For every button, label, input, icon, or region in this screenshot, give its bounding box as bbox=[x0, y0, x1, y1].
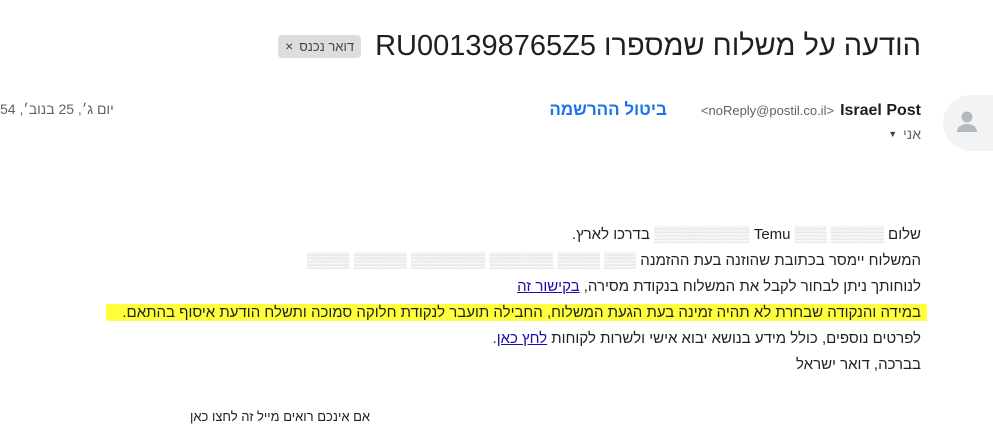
email-subject: הודעה על משלוח שמספרו RU001398765Z5 bbox=[375, 30, 921, 62]
footer-view-online[interactable]: אם אינכם רואים מייל זה לחצו כאן bbox=[190, 409, 370, 424]
person-icon bbox=[957, 111, 977, 132]
greeting-end: בדרכו לארץ. bbox=[571, 226, 654, 243]
avatar[interactable] bbox=[943, 95, 993, 151]
recipient-row[interactable]: אני ▼ bbox=[888, 126, 921, 142]
email-body: שלום ▒▒▒▒▒ ▒▒▒ Temu ▒▒▒▒▒▒▒▒▒ בדרכו לארץ… bbox=[106, 222, 927, 378]
delivery-text: המשלוח יימסר בכתובת שהוזנה בעת ההזמנה bbox=[640, 252, 921, 269]
sender-email: <noReply@postil.co.il> bbox=[700, 103, 835, 118]
sender-row: Israel Post <noReply@postil.co.il> ביטול… bbox=[549, 100, 921, 120]
highlighted-notice: במידה והנקודה שבחרת לא תהיה זמינה בעת הג… bbox=[106, 304, 927, 321]
body-line-pickup: לנוחותך ניתן לבחור לקבל את המשלוח בנקודת… bbox=[106, 274, 921, 300]
greeting-start: שלום bbox=[883, 226, 921, 243]
click-here-link[interactable]: לחץ כאן bbox=[497, 330, 547, 347]
sender-name[interactable]: Israel Post bbox=[840, 102, 921, 120]
subject-row: הודעה על משלוח שמספרו RU001398765Z5 דואר… bbox=[278, 30, 921, 63]
pickup-link[interactable]: בקישור זה bbox=[517, 278, 580, 295]
inbox-label-chip[interactable]: דואר נכנס × bbox=[278, 35, 362, 58]
remove-label-icon[interactable]: × bbox=[285, 38, 293, 54]
body-line-highlighted: במידה והנקודה שבחרת לא תהיה זמינה בעת הג… bbox=[106, 300, 927, 326]
chevron-down-icon[interactable]: ▼ bbox=[888, 129, 897, 139]
greeting-merchant: Temu bbox=[753, 226, 791, 243]
body-line-info: לפרטים נוספים, כולל מידע בנושא יבוא אישי… bbox=[106, 326, 921, 352]
signature: בברכה, דואר ישראל bbox=[796, 356, 921, 373]
recipient-label: אני bbox=[903, 126, 921, 142]
body-line-signature: בברכה, דואר ישראל bbox=[106, 352, 921, 378]
inbox-label-text: דואר נכנס bbox=[299, 38, 355, 54]
email-date: יום ג׳, 25 בנוב׳, 54 bbox=[0, 101, 114, 117]
redacted-text: ▒▒▒▒▒ ▒▒▒ bbox=[790, 226, 884, 243]
pickup-text: לנוחותך ניתן לבחור לקבל את המשלוח בנקודת… bbox=[579, 278, 921, 295]
unsubscribe-link[interactable]: ביטול ההרשמה bbox=[549, 100, 667, 120]
info-text: לפרטים נוספים, כולל מידע בנושא יבוא אישי… bbox=[547, 330, 921, 347]
redacted-text: ▒▒▒▒▒▒▒▒▒ bbox=[653, 226, 754, 243]
redacted-text: ▒▒▒ ▒▒▒▒ ▒▒▒▒▒▒ ▒▒▒▒▒▒▒ ▒▒▒▒▒ ▒▒▒▒ bbox=[307, 252, 641, 269]
body-line-delivery: המשלוח יימסר בכתובת שהוזנה בעת ההזמנה ▒▒… bbox=[106, 248, 921, 274]
body-line-greeting: שלום ▒▒▒▒▒ ▒▒▒ Temu ▒▒▒▒▒▒▒▒▒ בדרכו לארץ… bbox=[106, 222, 921, 248]
